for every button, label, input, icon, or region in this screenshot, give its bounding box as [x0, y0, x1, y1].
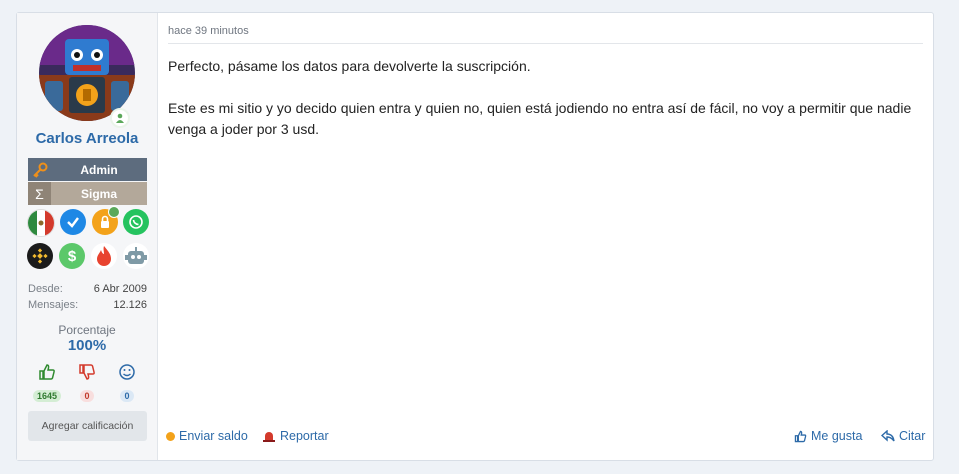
- username[interactable]: Carlos Arreola: [17, 130, 157, 147]
- post-timestamp[interactable]: hace 39 minutos: [168, 25, 249, 37]
- robot-icon[interactable]: [123, 243, 149, 269]
- stat-joined: Desde: 6 Abr 2009: [28, 283, 147, 295]
- report-link[interactable]: Reportar: [262, 429, 329, 443]
- post-paragraph: Este es mi sitio y yo decido quien entra…: [168, 100, 912, 137]
- rating-negative[interactable]: 0: [71, 363, 103, 404]
- divider: [168, 43, 923, 44]
- check-badge-icon: [107, 206, 120, 218]
- rank-admin: Admin: [28, 158, 147, 181]
- reply-arrow-icon: [881, 430, 895, 442]
- rating-positive[interactable]: 1645: [31, 363, 63, 404]
- rank-sigma: Σ Sigma: [28, 182, 147, 205]
- report-label: Reportar: [280, 429, 329, 443]
- siren-icon: [263, 432, 275, 442]
- rating-neutral[interactable]: 0: [111, 363, 143, 404]
- post-body: hace 39 minutos Perfecto, pásame los dat…: [158, 13, 933, 460]
- mexico-flag-icon[interactable]: [27, 209, 55, 237]
- like-label: Me gusta: [811, 429, 863, 443]
- stat-key: Mensajes:: [28, 299, 79, 311]
- post-card: Carlos Arreola Admin Σ Sigma $ Desde: 6 …: [16, 12, 934, 461]
- send-balance-link[interactable]: Enviar saldo: [166, 429, 248, 443]
- badge-row: $: [27, 243, 149, 269]
- rank-label: Admin: [51, 158, 147, 181]
- percent-value: 100%: [67, 337, 107, 354]
- dollar-icon[interactable]: $: [59, 243, 85, 269]
- rating-count: 0: [80, 390, 94, 402]
- stat-value: 12.126: [113, 299, 147, 311]
- user-sidebar: Carlos Arreola Admin Σ Sigma $ Desde: 6 …: [17, 13, 158, 460]
- sigma-icon: Σ: [28, 182, 51, 205]
- rating-count: 0: [120, 390, 134, 402]
- quote-button[interactable]: Citar: [881, 429, 925, 443]
- key-icon: [28, 158, 51, 181]
- thumbs-down-icon: [79, 364, 95, 380]
- thumbs-up-icon: [39, 364, 55, 380]
- add-rating-button[interactable]: Agregar calificación: [28, 411, 147, 441]
- quote-label: Citar: [899, 429, 926, 443]
- flame-icon[interactable]: [91, 243, 117, 269]
- verified-icon[interactable]: [60, 209, 87, 235]
- send-balance-label: Enviar saldo: [179, 429, 248, 443]
- lock-icon[interactable]: [91, 206, 120, 235]
- post-paragraph: Perfecto, pásame los datos para devolver…: [168, 58, 531, 74]
- stat-key: Desde:: [28, 283, 63, 295]
- like-button[interactable]: Me gusta: [794, 429, 862, 443]
- binance-icon[interactable]: [27, 243, 53, 269]
- percent-label: Porcentaje: [58, 323, 116, 337]
- coin-icon: [166, 431, 175, 441]
- stat-value: 6 Abr 2009: [93, 283, 147, 295]
- stat-messages: Mensajes: 12.126: [28, 299, 147, 311]
- rank-label: Sigma: [51, 182, 147, 205]
- avatar[interactable]: [39, 25, 135, 121]
- whatsapp-icon[interactable]: [122, 209, 149, 235]
- rating-count: 1645: [32, 390, 62, 402]
- badge-row: [27, 206, 149, 237]
- smiley-icon: [119, 364, 135, 380]
- online-status-icon: [110, 108, 130, 128]
- thumbs-up-icon: [794, 430, 807, 442]
